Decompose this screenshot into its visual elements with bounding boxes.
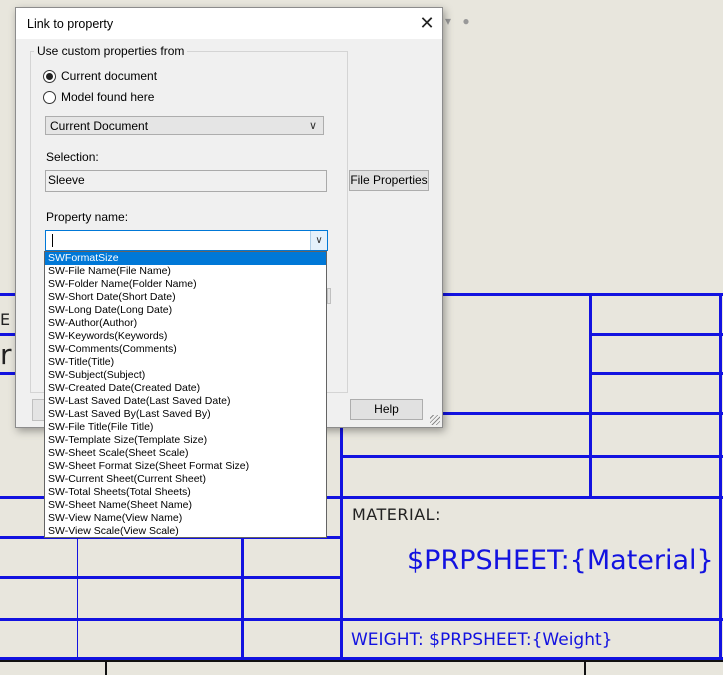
property-name-combobox[interactable]: ∨ xyxy=(45,230,328,251)
sheet-line xyxy=(0,618,723,621)
dropdown-item[interactable]: SW-Created Date(Created Date) xyxy=(45,382,326,395)
sheet-border xyxy=(105,660,107,675)
sheet-line xyxy=(342,455,723,458)
resize-grip-icon[interactable] xyxy=(430,415,440,425)
sheet-border xyxy=(584,660,586,675)
sheet-line xyxy=(241,536,244,657)
sheet-line xyxy=(0,576,342,579)
dropdown-item[interactable]: SW-Last Saved Date(Last Saved Date) xyxy=(45,395,326,408)
dropdown-item[interactable]: SW-View Scale(View Scale) xyxy=(45,525,326,537)
dropdown-item[interactable]: SW-Long Date(Long Date) xyxy=(45,304,326,317)
radio-label: Model found here xyxy=(61,90,155,104)
light-bulb-icon[interactable]: ● xyxy=(462,14,469,28)
dropdown-item[interactable]: SW-Keywords(Keywords) xyxy=(45,330,326,343)
dropdown-item[interactable]: SW-Sheet Name(Sheet Name) xyxy=(45,499,326,512)
hidden-field xyxy=(327,288,331,304)
dialog-titlebar[interactable]: Link to property ✕ xyxy=(16,8,442,39)
sheet-line xyxy=(589,293,592,496)
selection-field[interactable]: Sleeve xyxy=(45,170,327,192)
dropdown-item[interactable]: SW-Subject(Subject) xyxy=(45,369,326,382)
title-fragment: E xyxy=(0,310,11,329)
sheet-line xyxy=(77,538,78,657)
sheet-line xyxy=(441,293,723,296)
selection-label: Selection: xyxy=(46,150,99,164)
dropdown-arrow-icon[interactable]: ▾ xyxy=(445,14,451,28)
sheet-line xyxy=(0,293,16,296)
dropdown-item[interactable]: SW-File Title(File Title) xyxy=(45,421,326,434)
dropdown-item[interactable]: SW-Last Saved By(Last Saved By) xyxy=(45,408,326,421)
file-properties-label: File Properties xyxy=(350,173,428,187)
sheet-line xyxy=(441,412,723,415)
toolbar-clipped-icon: ⌢⌢ xyxy=(474,0,488,4)
sheet-line xyxy=(340,420,343,657)
selection-value: Sleeve xyxy=(48,173,85,187)
dropdown-item[interactable]: SW-Template Size(Template Size) xyxy=(45,434,326,447)
weight-label: WEIGHT: $PRPSHEET:{Weight} xyxy=(351,630,613,650)
source-document-select[interactable]: Current Document ∨ xyxy=(45,116,324,135)
material-value: $PRPSHEET:{Material} xyxy=(407,545,714,576)
dropdown-item[interactable]: SW-Folder Name(Folder Name) xyxy=(45,278,326,291)
dialog-title: Link to property xyxy=(27,17,114,31)
property-name-label: Property name: xyxy=(46,210,129,224)
chevron-down-icon[interactable]: ∨ xyxy=(309,117,317,136)
dropdown-item[interactable]: SW-View Name(View Name) xyxy=(45,512,326,525)
dropdown-item[interactable]: SW-Sheet Format Size(Sheet Format Size) xyxy=(45,460,326,473)
file-properties-button[interactable]: File Properties xyxy=(349,170,429,191)
dropdown-item[interactable]: SWFormatSize xyxy=(45,252,326,265)
help-label: Help xyxy=(374,402,399,416)
radio-model-found-here[interactable]: Model found here xyxy=(43,90,154,104)
help-button[interactable]: Help xyxy=(350,399,423,420)
dropdown-item[interactable]: SW-Author(Author) xyxy=(45,317,326,330)
sheet-line xyxy=(0,333,16,336)
sheet-line xyxy=(719,293,722,657)
property-name-dropdown[interactable]: SWFormatSize SW-File Name(File Name) SW-Fo… xyxy=(44,251,327,538)
toolbar-icons: ▾ ● xyxy=(445,14,478,28)
sheet-line xyxy=(0,372,16,375)
dropdown-item[interactable]: SW-Total Sheets(Total Sheets) xyxy=(45,486,326,499)
dropdown-item[interactable]: SW-Title(Title) xyxy=(45,356,326,369)
dropdown-item[interactable]: SW-Short Date(Short Date) xyxy=(45,291,326,304)
sheet-line xyxy=(0,496,45,499)
close-icon[interactable]: ✕ xyxy=(412,8,442,39)
radio-current-document[interactable]: Current document xyxy=(43,69,157,83)
group-label: Use custom properties from xyxy=(34,44,188,58)
dropdown-item[interactable]: SW-Comments(Comments) xyxy=(45,343,326,356)
sheet-border xyxy=(0,660,723,662)
title-fragment: r xyxy=(0,338,12,371)
radio-label: Current document xyxy=(61,69,158,83)
radio-checked-icon[interactable] xyxy=(43,69,56,83)
sheet-line xyxy=(592,372,723,375)
text-caret xyxy=(52,234,53,247)
sheet-line xyxy=(592,333,723,336)
dropdown-item[interactable]: SW-Sheet Scale(Sheet Scale) xyxy=(45,447,326,460)
chevron-down-icon[interactable]: ∨ xyxy=(310,231,327,250)
material-label: MATERIAL: xyxy=(352,505,441,524)
dropdown-item[interactable]: SW-File Name(File Name) xyxy=(45,265,326,278)
radio-unchecked-icon[interactable] xyxy=(43,90,56,104)
source-select-value: Current Document xyxy=(50,119,149,133)
dropdown-item[interactable]: SW-Current Sheet(Current Sheet) xyxy=(45,473,326,486)
sheet-line xyxy=(327,496,723,499)
